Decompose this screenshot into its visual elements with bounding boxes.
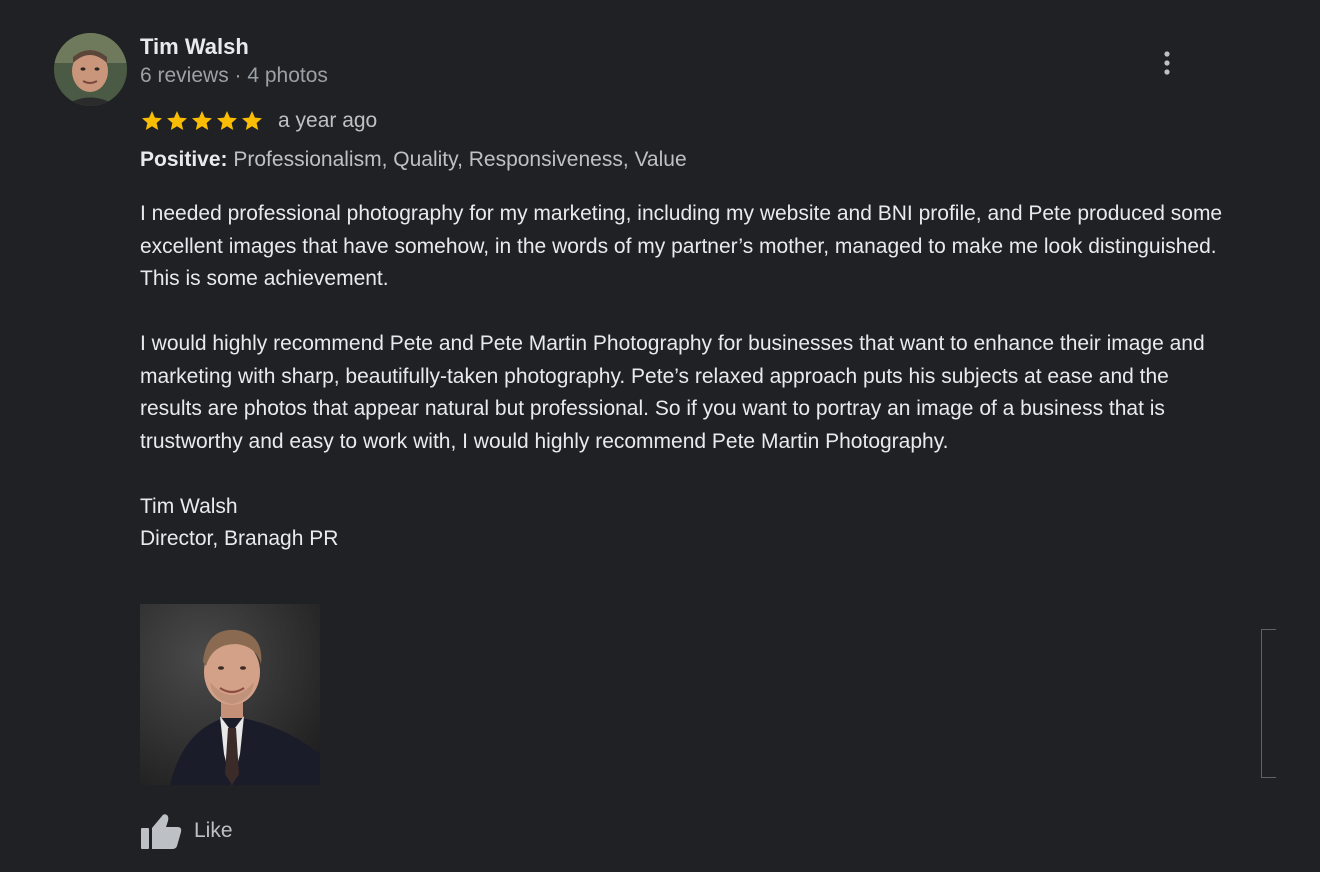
avatar-image bbox=[54, 33, 127, 106]
attributes-label: Positive: bbox=[140, 148, 228, 171]
scrollbar[interactable] bbox=[1261, 629, 1276, 778]
signature-name: Tim Walsh bbox=[140, 494, 238, 518]
thumb-up-icon bbox=[141, 814, 182, 849]
review-card: Tim Walsh 6 reviews · 4 photos a year ag… bbox=[0, 0, 1320, 872]
more-vert-icon bbox=[1164, 51, 1170, 75]
signature-title: Director, Branagh PR bbox=[140, 527, 339, 550]
review-text: I needed professional photography for my… bbox=[140, 198, 1230, 556]
rating-row: a year ago bbox=[140, 106, 377, 136]
review-paragraph: I needed professional photography for my… bbox=[140, 202, 1223, 290]
review-photo[interactable] bbox=[140, 604, 320, 785]
review-date: a year ago bbox=[278, 109, 378, 132]
star-icon bbox=[217, 111, 237, 130]
review-photo-image bbox=[140, 604, 320, 785]
attributes-value: Professionalism, Quality, Responsiveness… bbox=[233, 148, 687, 171]
review-paragraph: I would highly recommend Pete and Pete M… bbox=[140, 332, 1205, 453]
star-icon bbox=[142, 111, 162, 130]
reviewer-name[interactable]: Tim Walsh bbox=[140, 34, 249, 60]
like-label: Like bbox=[194, 819, 233, 842]
more-options-button[interactable] bbox=[1150, 46, 1184, 80]
like-button[interactable]: Like bbox=[140, 810, 233, 852]
review-attributes: Positive: Professionalism, Quality, Resp… bbox=[140, 148, 687, 172]
star-icon bbox=[167, 111, 187, 130]
star-icon bbox=[192, 111, 212, 130]
reviewer-avatar[interactable] bbox=[54, 33, 127, 106]
star-rating bbox=[140, 109, 264, 133]
reviewer-meta: 6 reviews · 4 photos bbox=[140, 64, 328, 87]
star-icon bbox=[242, 111, 262, 130]
review-signature: Tim Walsh Director, Branagh PR bbox=[140, 491, 1230, 556]
